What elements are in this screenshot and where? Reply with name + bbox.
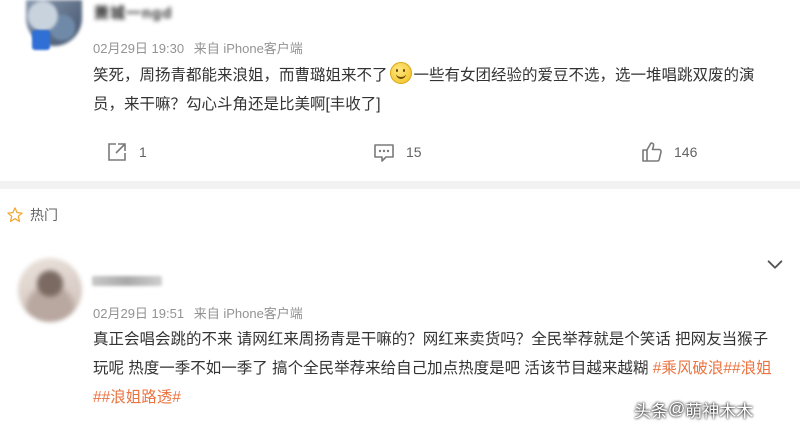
like-button[interactable]: 146 — [640, 138, 697, 166]
post-text-part: 笑死，周扬青都能来浪姐，而曹璐姐来不了 — [93, 67, 388, 84]
share-count: 1 — [139, 144, 147, 160]
post-date: 02月29日 19:30 — [93, 41, 185, 56]
comment-count: 15 — [406, 144, 422, 160]
comment-button[interactable]: 15 — [372, 138, 422, 166]
watermark: 头条 @ 萌神木木 — [634, 396, 753, 422]
username-blurred[interactable] — [92, 276, 162, 286]
hot-section-header: 热门 — [6, 204, 58, 226]
comment-icon — [374, 144, 394, 162]
hot-label: 热门 — [30, 207, 58, 223]
watermark-name: 萌神木木 — [685, 401, 754, 421]
share-button[interactable]: 1 — [105, 138, 147, 166]
hashtag-link[interactable]: #乘风破浪# — [653, 360, 732, 377]
thumbs-up-icon — [642, 142, 662, 162]
avatar[interactable] — [18, 258, 82, 322]
post-date: 02月29日 19:51 — [93, 306, 185, 321]
hashtag-link[interactable]: #浪姐路透# — [102, 389, 181, 406]
chevron-down-icon[interactable] — [764, 254, 786, 276]
like-count: 146 — [674, 144, 698, 160]
watermark-prefix: 头条 — [634, 401, 668, 421]
post-source: 来自 iPhone客户端 — [193, 306, 303, 321]
post-text: 笑死，周扬青都能来浪姐，而曹璐姐来不了 一些有女团经验的爱豆不选，选一堆唱跳双废的… — [93, 61, 783, 119]
watermark-at: @ — [668, 399, 686, 418]
username[interactable]: 萧城一ngd — [94, 2, 173, 22]
post-source: 来自 iPhone客户端 — [193, 41, 303, 56]
section-divider — [0, 181, 800, 189]
star-icon — [7, 207, 23, 222]
smile-emoji-icon — [389, 62, 412, 84]
verified-badge — [32, 30, 50, 50]
share-icon — [108, 143, 126, 161]
post-meta: 02月29日 19:51 来自 iPhone客户端 — [93, 303, 309, 322]
post-meta: 02月29日 19:30 来自 iPhone客户端 — [93, 38, 309, 57]
